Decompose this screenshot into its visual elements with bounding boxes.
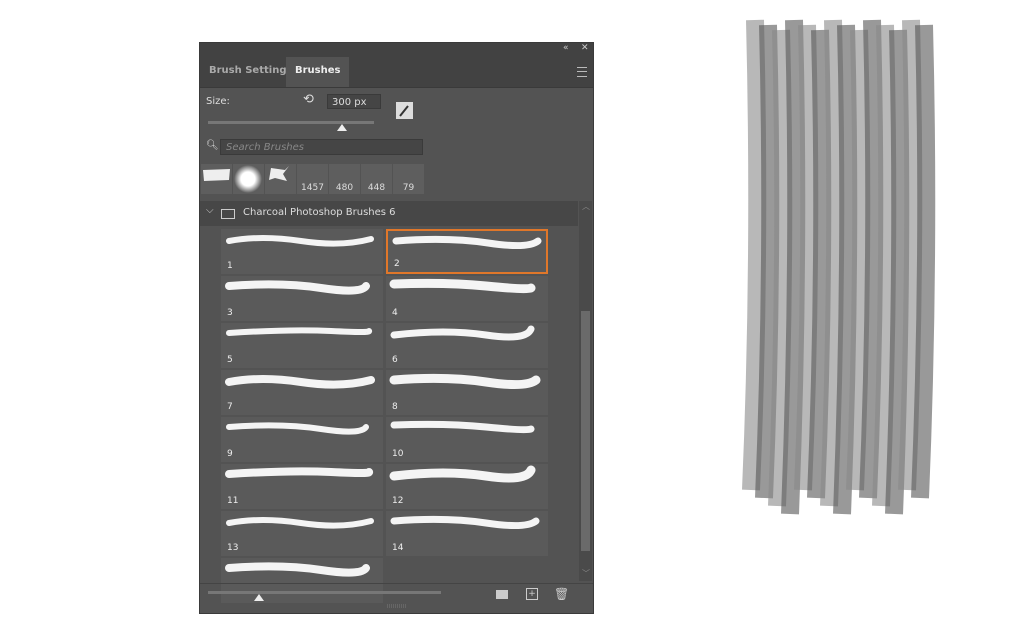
brush-preset[interactable]: 8	[386, 370, 548, 415]
canvas-brush-strokes	[742, 19, 936, 515]
charcoal-stroke	[781, 19, 806, 515]
chevron-down-icon[interactable]: ⌵	[206, 205, 214, 216]
brush-preset[interactable]: 2	[386, 229, 548, 274]
scrollbar-thumb[interactable]	[581, 311, 590, 551]
panel-menu-icon[interactable]	[577, 67, 587, 77]
charcoal-stroke	[768, 29, 793, 507]
charcoal-stroke	[794, 24, 819, 491]
preview-size-slider[interactable]	[208, 591, 441, 594]
brush-preset[interactable]: 9	[221, 417, 383, 462]
tab-brushes[interactable]: Brushes	[286, 57, 350, 87]
brush-preset[interactable]: 3	[221, 276, 383, 321]
charcoal-stroke	[872, 24, 897, 507]
brush-tool-icon[interactable]	[396, 102, 413, 119]
collapse-icon[interactable]: «	[563, 43, 569, 53]
charcoal-stroke	[833, 24, 858, 515]
recent-brush[interactable]: 1457	[297, 164, 328, 194]
brushes-panel: « ✕ Brush Settings Brushes Size: ⟲ 300 p…	[199, 42, 594, 614]
brush-group-row[interactable]: ⌵ Charcoal Photoshop Brushes 6	[200, 201, 578, 226]
charcoal-stroke	[742, 19, 767, 491]
new-group-folder-icon[interactable]	[496, 590, 508, 599]
charcoal-stroke	[911, 24, 936, 499]
brush-number: 9	[227, 449, 233, 459]
size-input[interactable]: 300 px	[327, 94, 381, 109]
brush-preset[interactable]: 6	[386, 323, 548, 368]
charcoal-stroke	[755, 24, 780, 499]
brush-preset[interactable]: 14	[386, 511, 548, 556]
brush-preset[interactable]: 13	[221, 511, 383, 556]
reset-size-icon[interactable]: ⟲	[303, 92, 314, 107]
brush-number: 6	[392, 355, 398, 365]
resize-grip[interactable]	[387, 604, 407, 608]
folder-icon	[221, 209, 235, 219]
charcoal-stroke	[885, 29, 910, 515]
brush-preset[interactable]: 5	[221, 323, 383, 368]
brush-number: 3	[227, 308, 233, 318]
search-icon: 🔍︎	[206, 140, 219, 151]
brush-number: 2	[394, 259, 400, 269]
brush-number: 8	[392, 402, 398, 412]
brush-preset[interactable]: 1	[221, 229, 383, 274]
brush-number: 10	[392, 449, 404, 459]
size-slider[interactable]	[208, 121, 374, 124]
trash-icon[interactable]: 🗑︎	[554, 587, 569, 601]
recent-brush[interactable]: 480	[329, 164, 360, 194]
close-icon[interactable]: ✕	[581, 43, 589, 53]
brush-number: 1	[227, 261, 233, 271]
size-slider-thumb[interactable]	[337, 124, 347, 131]
tab-bar: Brush Settings Brushes	[200, 57, 593, 88]
recent-brush[interactable]: 511	[265, 164, 320, 194]
preview-size-thumb[interactable]	[254, 594, 264, 601]
charcoal-stroke	[820, 19, 845, 507]
panel-topbar: « ✕	[200, 43, 593, 57]
brush-preset[interactable]: 11	[221, 464, 383, 509]
charcoal-stroke	[859, 19, 884, 499]
brush-number: 11	[227, 496, 239, 506]
brush-number: 4	[392, 308, 398, 318]
brush-preset[interactable]: 12	[386, 464, 548, 509]
brush-number: 5	[227, 355, 233, 365]
recent-brush[interactable]: 79	[393, 164, 424, 194]
panel-footer: + 🗑︎	[200, 583, 593, 608]
charcoal-stroke	[846, 29, 871, 491]
brush-number: 12	[392, 496, 404, 506]
new-brush-icon[interactable]: +	[526, 588, 538, 600]
recent-brush[interactable]: 300	[201, 164, 256, 194]
brush-number: 13	[227, 543, 239, 553]
recent-brush[interactable]	[233, 164, 264, 194]
charcoal-stroke	[898, 19, 923, 491]
charcoal-stroke	[807, 29, 832, 499]
brush-number: 14	[392, 543, 404, 553]
group-name: Charcoal Photoshop Brushes 6	[243, 207, 396, 218]
brush-preset[interactable]: 7	[221, 370, 383, 415]
brush-preset[interactable]: 4	[386, 276, 548, 321]
recent-brush[interactable]: 448	[361, 164, 392, 194]
size-label: Size:	[206, 96, 230, 107]
scrollbar[interactable]: ︿ ﹀	[579, 201, 592, 581]
search-brushes-input[interactable]: Search Brushes	[220, 139, 423, 155]
brush-preset[interactable]: 10	[386, 417, 548, 462]
brush-number: 7	[227, 402, 233, 412]
